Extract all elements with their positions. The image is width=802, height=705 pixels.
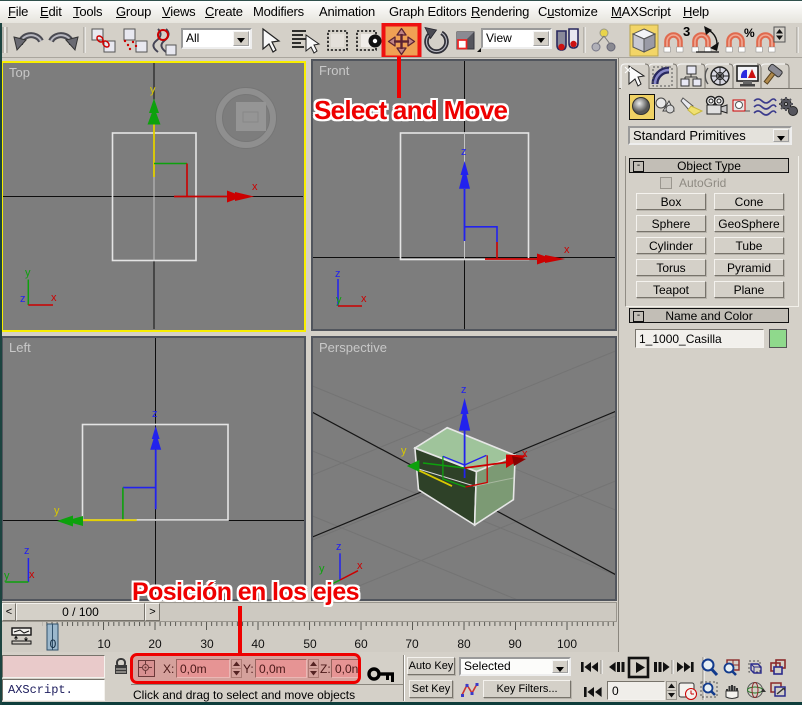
svg-text:z: z: [336, 541, 342, 553]
svg-text:100: 100: [557, 637, 577, 651]
svg-text:10: 10: [97, 637, 111, 651]
svg-text:x: x: [361, 293, 367, 305]
svg-text:50: 50: [303, 637, 317, 651]
svg-text:y: y: [401, 445, 407, 457]
svg-text:x: x: [252, 181, 258, 193]
svg-text:z: z: [335, 268, 341, 280]
svg-text:y: y: [4, 570, 10, 582]
svg-text:0: 0: [50, 637, 57, 651]
svg-text:x: x: [51, 292, 57, 304]
svg-text:40: 40: [251, 637, 265, 651]
svg-text:60: 60: [354, 637, 368, 651]
svg-text:y: y: [150, 84, 156, 96]
svg-text:70: 70: [405, 637, 419, 651]
svg-text:3: 3: [683, 24, 690, 39]
svg-text:x: x: [29, 569, 35, 581]
svg-text:z: z: [152, 408, 158, 420]
svg-text:20: 20: [148, 637, 162, 651]
svg-text:80: 80: [457, 637, 471, 651]
svg-text:z: z: [461, 384, 467, 396]
svg-text:y: y: [319, 563, 325, 575]
svg-text:y: y: [25, 267, 31, 279]
svg-text:x: x: [357, 560, 363, 572]
svg-text:z: z: [24, 545, 30, 557]
svg-text:90: 90: [508, 637, 522, 651]
svg-text:y: y: [54, 505, 60, 517]
svg-text:z: z: [20, 293, 26, 305]
svg-text:30: 30: [200, 637, 214, 651]
svg-text:x: x: [564, 244, 570, 256]
svg-text:x: x: [522, 448, 528, 460]
svg-text:%: %: [744, 26, 755, 40]
svg-text:y: y: [336, 294, 342, 306]
svg-text:z: z: [461, 146, 467, 158]
